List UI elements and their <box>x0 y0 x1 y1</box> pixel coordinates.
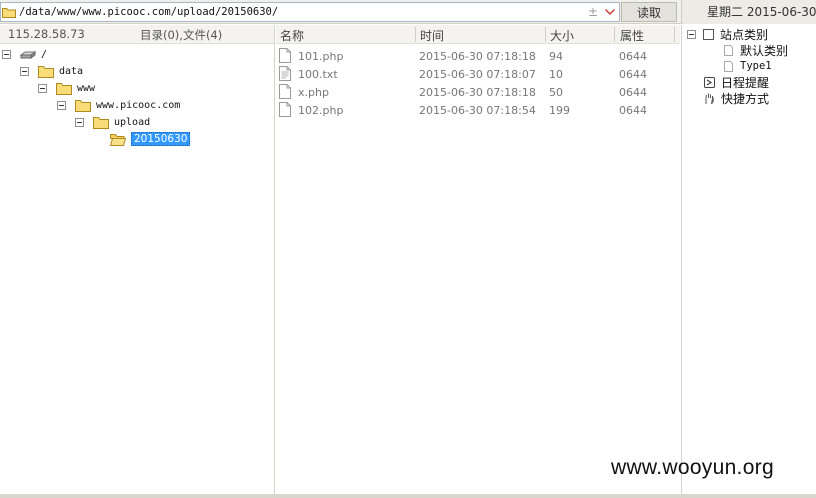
plus-minus-icon[interactable]: ± <box>585 5 601 19</box>
column-divider[interactable] <box>614 27 615 42</box>
hand-icon <box>705 93 715 104</box>
file-row[interactable]: 100.txt 2015-06-30 07:18:07 10 0644 <box>276 65 680 83</box>
tree-label: / <box>41 48 48 60</box>
file-name: 102.php <box>298 104 344 117</box>
text-file-icon <box>279 66 291 81</box>
file-row[interactable]: 102.php 2015-06-30 07:18:54 199 0644 <box>276 101 680 119</box>
schedule-node[interactable]: 日程提醒 <box>703 74 769 90</box>
folder-icon <box>93 116 109 129</box>
file-size: 199 <box>549 104 570 117</box>
shortcut-node[interactable]: 快捷方式 <box>703 90 769 106</box>
collapse-toggle-icon[interactable] <box>57 100 66 110</box>
site-category-label: 站点类别 <box>720 27 769 42</box>
file-name: 100.txt <box>298 68 338 81</box>
folder-icon <box>38 65 54 78</box>
column-divider[interactable] <box>415 27 416 42</box>
path-input[interactable]: /data/www/www.picooc.com/upload/20150630… <box>0 2 620 22</box>
path-text[interactable]: /data/www/www.picooc.com/upload/20150630… <box>19 6 585 18</box>
column-header-name[interactable]: 名称 <box>280 27 304 44</box>
collapse-toggle-icon[interactable] <box>687 29 696 39</box>
item-count: 目录(0),文件(4) <box>140 28 223 42</box>
collapse-toggle-icon[interactable] <box>20 66 29 76</box>
calendar-icon <box>704 76 715 88</box>
drive-icon <box>20 50 36 59</box>
file-row[interactable]: x.php 2015-06-30 07:18:18 50 0644 <box>276 83 680 101</box>
type1-node[interactable]: Type1 <box>722 58 772 74</box>
type1-label: Type1 <box>740 60 772 72</box>
bottom-strip <box>0 494 816 498</box>
file-attr: 0644 <box>619 68 647 81</box>
category-icon <box>703 28 714 40</box>
tree-label-selected: 20150630 <box>131 132 191 146</box>
file-row[interactable]: 101.php 2015-06-30 07:18:18 94 0644 <box>276 47 680 65</box>
tree-node-www-picooc-com[interactable]: www.picooc.com <box>57 97 180 113</box>
file-list-panel: 名称 时间 大小 属性 101.php 2015-06-30 07:18:18 … <box>276 25 680 494</box>
folder-icon <box>56 82 72 95</box>
directory-panel: 115.28.58.73 目录(0),文件(4) / data www www.… <box>0 25 275 494</box>
toolbar: /data/www/www.picooc.com/upload/20150630… <box>0 0 816 24</box>
schedule-label: 日程提醒 <box>721 75 770 90</box>
file-attr: 0644 <box>619 50 647 63</box>
collapse-toggle-icon[interactable] <box>75 117 84 127</box>
tree-node-upload[interactable]: upload <box>75 114 150 130</box>
file-icon <box>279 102 291 117</box>
tree-node-root[interactable]: / <box>2 46 47 62</box>
tree-node-www[interactable]: www <box>38 80 95 96</box>
category-panel: 站点类别 默认类别 Type1 日程提醒 快捷方式 <box>681 25 816 494</box>
date-status: 星期二 2015-06-30 五 <box>681 0 816 24</box>
read-button[interactable]: 读取 <box>621 2 677 22</box>
file-size: 10 <box>549 68 563 81</box>
file-time: 2015-06-30 07:18:18 <box>419 50 536 63</box>
file-icon <box>279 84 291 99</box>
folder-icon <box>75 99 91 112</box>
collapse-toggle-icon[interactable] <box>2 49 11 59</box>
folder-icon <box>2 7 16 18</box>
page-icon <box>724 60 733 72</box>
column-divider[interactable] <box>674 27 675 42</box>
file-size: 50 <box>549 86 563 99</box>
file-time: 2015-06-30 07:18:18 <box>419 86 536 99</box>
tree-label: data <box>59 65 84 77</box>
file-time: 2015-06-30 07:18:07 <box>419 68 536 81</box>
chevron-down-icon <box>605 9 615 15</box>
file-time: 2015-06-30 07:18:54 <box>419 104 536 117</box>
file-icon <box>279 48 291 63</box>
directory-panel-header: 115.28.58.73 目录(0),文件(4) <box>0 25 274 44</box>
column-header-time[interactable]: 时间 <box>420 27 444 44</box>
tree-node-20150630[interactable]: 20150630 <box>110 131 191 147</box>
file-name: 101.php <box>298 50 344 63</box>
tree-label: www <box>77 82 96 94</box>
collapse-toggle-icon[interactable] <box>38 83 47 93</box>
dropdown-button[interactable] <box>601 3 619 21</box>
default-category-label: 默认类别 <box>740 43 789 58</box>
watermark: www.wooyun.org <box>611 456 774 479</box>
file-size: 94 <box>549 50 563 63</box>
column-divider[interactable] <box>545 27 546 42</box>
site-category-node[interactable]: 站点类别 <box>687 26 768 42</box>
tree-label: upload <box>114 116 151 128</box>
file-list-header: 名称 时间 大小 属性 <box>276 25 680 44</box>
tree-node-data[interactable]: data <box>20 63 83 79</box>
folder-open-icon <box>110 133 126 146</box>
default-category-node[interactable]: 默认类别 <box>722 42 788 58</box>
shortcut-label: 快捷方式 <box>721 91 770 106</box>
file-attr: 0644 <box>619 104 647 117</box>
tree-label: www.picooc.com <box>96 99 181 111</box>
column-header-attr[interactable]: 属性 <box>620 27 644 44</box>
server-ip: 115.28.58.73 <box>8 27 85 41</box>
file-name: x.php <box>298 86 329 99</box>
file-attr: 0644 <box>619 86 647 99</box>
page-icon <box>724 44 733 56</box>
column-header-size[interactable]: 大小 <box>550 27 574 44</box>
